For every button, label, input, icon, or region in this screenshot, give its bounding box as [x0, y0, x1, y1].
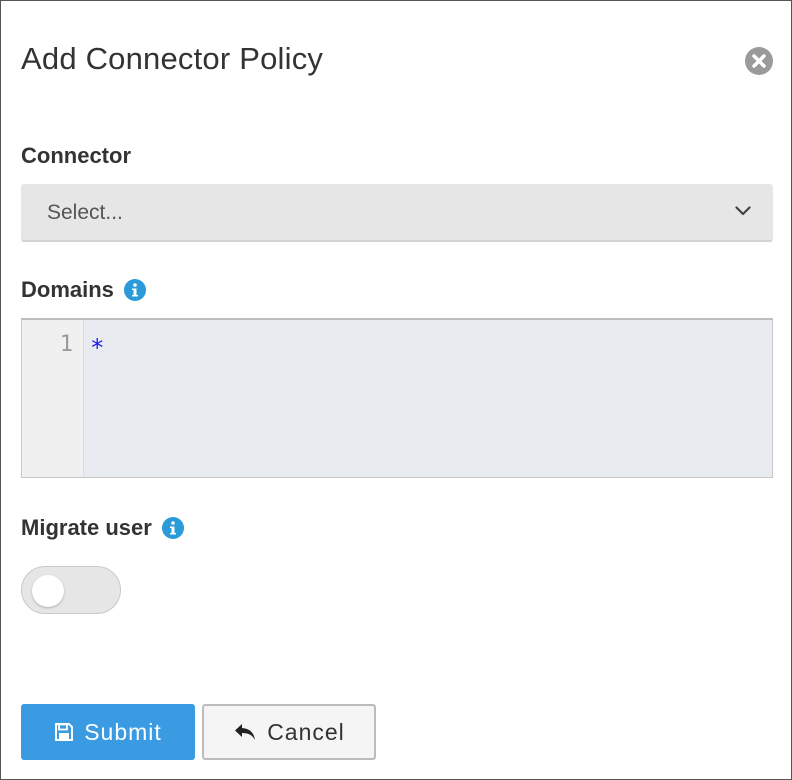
migrate-user-toggle[interactable]: [21, 566, 121, 614]
add-connector-policy-dialog: Add Connector Policy Connector Select...…: [0, 0, 792, 780]
cancel-button[interactable]: Cancel: [202, 704, 376, 760]
toggle-knob: [32, 575, 64, 607]
migrate-user-label-text: Migrate user: [21, 515, 152, 540]
undo-icon: [235, 724, 256, 740]
domains-label-text: Domains: [21, 277, 114, 302]
connector-label-text: Connector: [21, 143, 131, 168]
domains-label: Domains: [21, 277, 146, 303]
close-icon: [752, 54, 766, 68]
info-icon[interactable]: [161, 517, 184, 539]
chevron-down-icon: [735, 206, 751, 216]
migrate-user-label: Migrate user: [21, 515, 184, 541]
submit-button-label: Submit: [84, 718, 162, 745]
cancel-button-label: Cancel: [267, 718, 345, 745]
connector-select-value: Select...: [47, 201, 123, 224]
connector-select[interactable]: Select...: [21, 184, 773, 242]
domains-code-editor[interactable]: 1 *: [21, 318, 773, 478]
editor-line[interactable]: *: [90, 334, 104, 362]
editor-gutter: 1: [22, 320, 84, 477]
submit-button[interactable]: Submit: [21, 704, 195, 760]
connector-label: Connector: [21, 143, 131, 169]
close-button[interactable]: [745, 47, 773, 75]
line-number: 1: [59, 332, 73, 357]
info-icon[interactable]: [123, 279, 146, 301]
dialog-title: Add Connector Policy: [21, 41, 324, 76]
save-icon: [55, 723, 74, 741]
